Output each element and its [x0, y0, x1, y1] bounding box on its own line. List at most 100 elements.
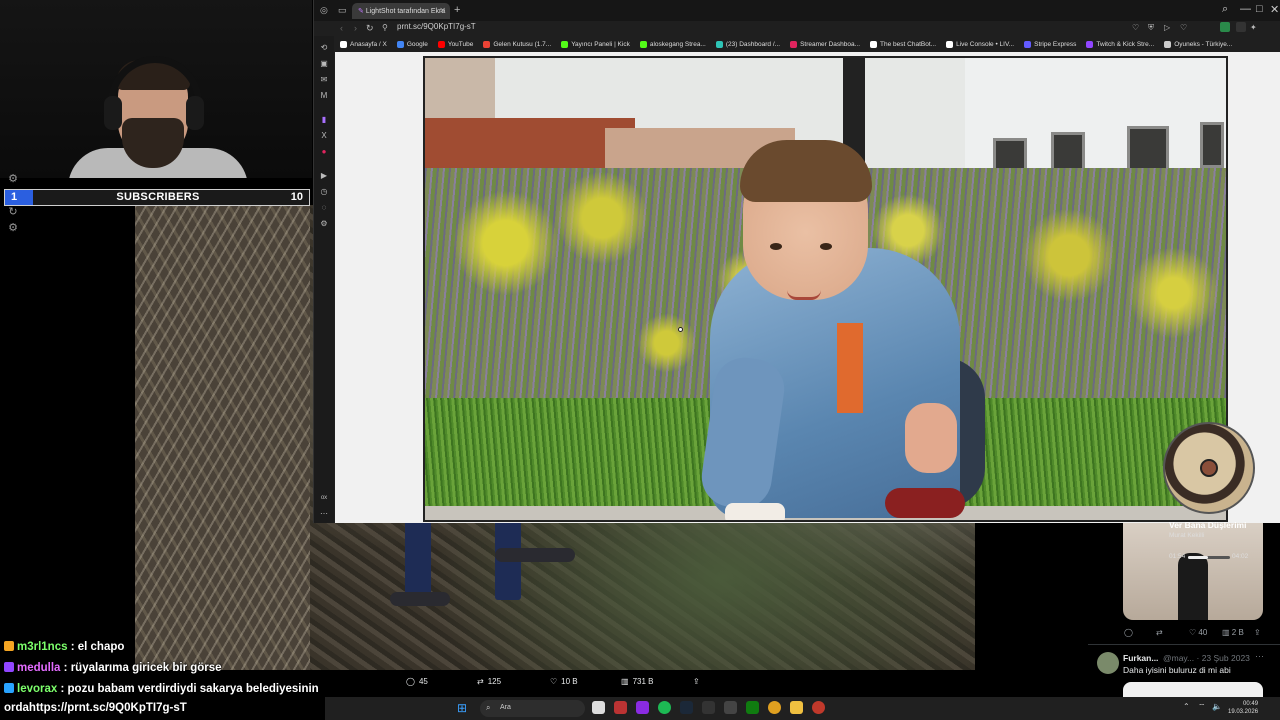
bookmark-item[interactable]: aloskegang Strea...	[639, 37, 706, 51]
sidebar-chat-icon[interactable]: ◌	[318, 202, 330, 214]
tweet-views[interactable]: ▥ 2 B	[1222, 628, 1244, 637]
likes-button[interactable]: ♡ 10 B	[550, 677, 578, 686]
bookmark-item[interactable]: Oyuneks - Türkiye...	[1164, 37, 1232, 51]
app2-icon[interactable]	[724, 701, 737, 714]
chat-username: levorax	[17, 683, 58, 695]
replies-button[interactable]: ◯ 45	[406, 677, 428, 686]
epic-icon[interactable]	[702, 701, 715, 714]
chrome-icon[interactable]	[768, 701, 781, 714]
sidebar-wallet-icon[interactable]: ▣	[318, 58, 330, 70]
tweet-likes-count: 40	[1198, 628, 1208, 637]
opera-icon[interactable]	[614, 701, 627, 714]
sidebar-red-icon[interactable]: ●	[318, 146, 330, 158]
bookmark-item[interactable]: Twitch & Kick Stre...	[1086, 37, 1154, 51]
sidebar-x-icon[interactable]: X	[318, 130, 330, 142]
bookmark-icon[interactable]: ♡	[1132, 23, 1139, 32]
bookmark-item[interactable]: YouTube	[437, 37, 473, 51]
tab-list-icon[interactable]: ▭	[338, 5, 347, 16]
sidebar-player-icon[interactable]: ▶	[318, 170, 330, 182]
repost-icon[interactable]: ⇄	[1156, 628, 1163, 637]
bookmark-item[interactable]: Google	[396, 37, 428, 51]
share-button[interactable]: ⇪	[693, 677, 700, 686]
more-icon[interactable]: ⋯	[1255, 651, 1264, 662]
xbox-icon[interactable]	[746, 701, 759, 714]
views-button[interactable]: ▥ 731 B	[621, 677, 653, 686]
minimize-icon[interactable]: —	[1240, 3, 1251, 15]
bookmark-item[interactable]: Anasayfa / X	[340, 37, 387, 51]
new-tab-button[interactable]: +	[454, 4, 460, 16]
background-legs	[385, 520, 585, 615]
maximize-icon[interactable]: □	[1256, 3, 1263, 15]
chat-message: medulla : rüyalarıma giricek bir görse	[4, 662, 222, 674]
spotify-icon[interactable]	[658, 701, 671, 714]
bookmark-item[interactable]: (23) Dashboard /...	[715, 37, 780, 51]
bookmark-item[interactable]: Yayıncı Paneli | Kick	[561, 37, 630, 51]
tweet-likes[interactable]: ♡ 40	[1189, 628, 1207, 637]
extension-icon[interactable]	[1220, 22, 1230, 32]
folder-icon[interactable]	[790, 701, 803, 714]
song-progress-track	[1188, 556, 1230, 559]
site-info-icon[interactable]: ⚲	[382, 23, 388, 32]
heart-icon[interactable]: ♡	[1180, 23, 1187, 32]
likes-count: 10 B	[561, 677, 578, 686]
bookmark-item[interactable]: The best ChatBot...	[870, 37, 936, 51]
bookmark-item[interactable]: Gelen Kutusu (1.7...	[483, 37, 551, 51]
play-icon[interactable]: ▷	[1164, 23, 1170, 32]
settings-icon[interactable]: ⚙	[6, 172, 20, 186]
ai-icon[interactable]: ✦	[1250, 23, 1257, 32]
bookmark-favicon-icon	[483, 40, 491, 48]
chat-text: pozu babam verdirdiydi sakarya belediyes…	[67, 683, 319, 695]
close-tab-icon[interactable]: ✕	[439, 6, 446, 15]
task-view-icon[interactable]	[592, 701, 605, 714]
reload-icon[interactable]: ↻	[366, 23, 374, 34]
reply-author[interactable]: Furkan...	[1123, 653, 1158, 663]
sidebar-history-icon[interactable]: ⟲	[318, 42, 330, 54]
bookmark-label: Yayıncı Paneli | Kick	[571, 40, 630, 48]
chat-badge-icon	[4, 641, 14, 651]
sidebar-m-icon[interactable]: M	[318, 90, 330, 102]
volume-icon[interactable]: 🔈	[1212, 702, 1222, 711]
bookmark-item[interactable]: Live Console • LIV...	[946, 37, 1014, 51]
reply-icon[interactable]: ◯	[1124, 628, 1133, 637]
profile-icon[interactable]	[1236, 22, 1246, 32]
avatar[interactable]	[1097, 652, 1119, 674]
taskbar-search[interactable]: ⌕ Ara	[480, 700, 585, 717]
shield-icon[interactable]: ⛨	[1148, 23, 1154, 33]
app-icon[interactable]	[636, 701, 649, 714]
bookmark-label: Live Console • LIV...	[956, 40, 1015, 48]
reposts-button[interactable]: ⇄ 125	[477, 677, 501, 686]
chat-separator: :	[60, 662, 71, 674]
tab-title: LightShot tarafından Ekra	[365, 8, 446, 15]
sidebar-more-icon[interactable]: ⋯	[318, 508, 330, 520]
steam-icon[interactable]	[680, 701, 693, 714]
sidebar-messenger-icon[interactable]: ✉	[318, 74, 330, 86]
gear-icon[interactable]: ⚙	[6, 221, 20, 235]
sidebar-settings-icon[interactable]: ⚙	[318, 218, 330, 230]
tab-active[interactable]: ✎ LightShot tarafından Ekra ✕	[352, 3, 450, 19]
browser-menu-icon[interactable]: ◎	[320, 5, 328, 16]
wifi-icon[interactable]: ⌔	[1198, 702, 1206, 712]
sidebar-ox-icon[interactable]: ox	[318, 492, 330, 504]
close-window-icon[interactable]: ✕	[1270, 3, 1279, 16]
repost-icon: ⇄	[477, 677, 484, 686]
search-icon[interactable]: ⌕	[1222, 3, 1228, 16]
bookmark-label: Stripe Express	[1034, 40, 1077, 48]
sidebar-twitch-icon[interactable]: ▮	[318, 114, 330, 126]
bookmark-item[interactable]: Stripe Express	[1024, 37, 1076, 51]
url-field[interactable]: prnt.sc/9Q0KpTI7g-sT	[397, 22, 476, 31]
refresh-icon[interactable]: ↻	[6, 205, 20, 219]
bookmark-favicon-icon	[715, 40, 723, 48]
mouse-cursor	[678, 327, 683, 332]
chevron-up-icon[interactable]: ⌃	[1183, 702, 1190, 711]
bookmark-item[interactable]: Streamer Dashboa...	[790, 37, 860, 51]
back-icon[interactable]: ‹	[340, 23, 343, 33]
obs-icon[interactable]	[812, 701, 825, 714]
taskbar-clock[interactable]: 00:49 19.03.2026	[1228, 700, 1258, 716]
start-icon[interactable]: ⊞	[457, 701, 467, 715]
song-duration: 04:02	[1232, 553, 1249, 560]
sidebar-clock-icon[interactable]: ◷	[318, 186, 330, 198]
share-icon[interactable]: ⇪	[1254, 628, 1261, 637]
forward-icon[interactable]: ›	[354, 23, 357, 33]
comment-icon: ◯	[406, 677, 415, 686]
screenshot-page	[335, 52, 1280, 523]
